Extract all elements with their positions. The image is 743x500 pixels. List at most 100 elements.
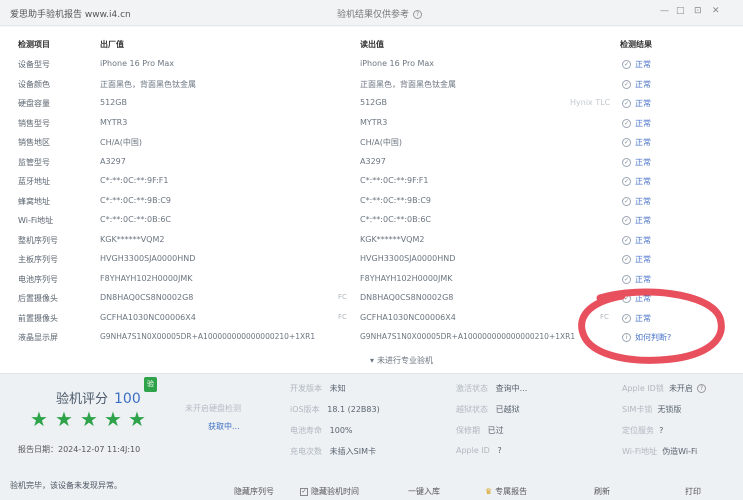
help-icon[interactable]: ? [696, 384, 706, 393]
row-read-value: iPhone 16 Pro Max [360, 59, 435, 68]
hide-sn-checkbox[interactable]: 隐藏序列号 [234, 486, 274, 497]
vip-report-button[interactable]: ♛ 专属报告 [485, 486, 527, 497]
disk-check-status: 未开启硬盘检测 [185, 404, 241, 413]
info-apple-id-lock: Apple ID锁 未开启? [622, 383, 706, 394]
hide-sn-label[interactable]: 隐藏序列号 [234, 487, 274, 496]
star-icon: ★ [30, 407, 48, 431]
check-icon: ✓ [622, 274, 631, 284]
row-read-value: G9NHA7S1N0X00005DR+A100000000000000210+1… [360, 332, 576, 341]
row-factory-value: G9NHA7S1N0X00005DR+A100000000000000210+1… [100, 332, 316, 341]
info-location: 定位服务 ? [622, 425, 663, 436]
warning-icon: ▾ [370, 356, 375, 365]
row-label: 蜂窝地址 [18, 196, 50, 206]
pin-button[interactable]: □ [676, 6, 685, 16]
refresh-button[interactable]: 刷新 [594, 486, 610, 497]
table-row: 蓝牙地址 C*:**:0C:**:9F:F1 C*:**:0C:**:9F:F1… [0, 171, 743, 191]
info-value: 100% [329, 426, 353, 435]
header-item: 检测项目 [18, 40, 50, 49]
info-key: 定位服务 [622, 426, 654, 435]
table-row: 销售地区 CH/A(中国) CH/A(中国) ✓ 正常 [0, 132, 743, 152]
info-key: 充电次数 [290, 447, 322, 456]
help-icon[interactable]: ? [413, 10, 423, 19]
info-value: 未插入SIM卡 [329, 447, 376, 456]
minimize-button[interactable]: — [660, 6, 669, 16]
info-key: 激活状态 [456, 384, 488, 393]
row-result-text: 正常 [635, 196, 651, 206]
app-title: 爱思助手验机报告 www.i4.cn [10, 10, 131, 20]
row-label: 电池序列号 [18, 274, 58, 284]
info-sim: 充电次数 未插入SIM卡 [290, 446, 376, 457]
score-badge: 验 [144, 377, 157, 392]
report-title: 验机结果仅供参考? [337, 7, 423, 20]
check-icon: ✓ [622, 60, 631, 69]
check-icon: ✓ [622, 79, 631, 89]
table-row: 销售型号 MYTR3 MYTR3 ✓ 正常 [0, 113, 743, 133]
vip-report-label[interactable]: 专属报告 [495, 487, 527, 496]
row-read-value: HVGH3300SJA0000HND [360, 254, 456, 263]
row-factory-value: 512GB [100, 98, 127, 107]
print-button[interactable]: 打印 [685, 486, 701, 497]
restore-button[interactable]: ⊡ [694, 6, 702, 16]
row-label: 液晶显示屏 [18, 333, 58, 342]
check-icon: ✓ [622, 255, 631, 264]
row-result-text: 正常 [635, 157, 651, 167]
info-key: 电池寿命 [290, 426, 322, 435]
info-dev-version: 开发版本 未知 [290, 383, 346, 394]
row-read-value: A3297 [360, 156, 386, 166]
info-key: 开发版本 [290, 384, 322, 393]
row-result-text: 正常 [635, 216, 651, 225]
row-factory-value: F8YHAYH102H0000JMK [100, 273, 193, 283]
row-result: ✓ 正常 [622, 137, 651, 148]
row-factory-value: DN8HAQ0CS8N0002G8 [100, 293, 194, 302]
info-warranty: 保修期 已过 [456, 425, 504, 436]
row-result: ✓ 正常 [622, 196, 651, 207]
info-wifi: Wi-Fi地址 伪造Wi-Fi [622, 446, 697, 457]
info-apple-id: Apple ID ? [456, 446, 502, 455]
row-result-text: 正常 [635, 118, 651, 128]
check-icon: ✓ [622, 157, 631, 167]
row-label: 硬盘容量 [18, 99, 50, 108]
row-result-text: 正常 [635, 274, 651, 284]
row-result: ✓ 正常 [622, 215, 651, 226]
pro-check-link[interactable]: ▾ 未进行专业验机 [370, 355, 433, 366]
row-read-value: 正面黑色，背面黑色钛金属 [360, 79, 456, 89]
star-icon: ★ [104, 407, 122, 431]
row-result-text: 正常 [635, 79, 651, 89]
info-activation: 激活状态 查询中... [456, 383, 527, 394]
table-row: 电池序列号 F8YHAYH102H0000JMK F8YHAYH102H0000… [0, 269, 743, 289]
row-label: 前置摄像头 [18, 313, 58, 323]
camera-icon: FC [338, 293, 347, 301]
hide-check-time-checkbox[interactable]: ✓ 隐藏验机时间 [300, 486, 359, 497]
info-key: Apple ID锁 [622, 384, 664, 393]
row-factory-value: GCFHA1030NC00006X4 [100, 312, 196, 322]
row-result-text: 正常 [635, 177, 651, 186]
close-button[interactable]: ✕ [712, 6, 720, 16]
row-factory-value: C*:**:0C:**:9F:F1 [100, 176, 169, 185]
row-result: ✓ 正常 [622, 176, 651, 187]
red-circle-annotation [578, 288, 725, 364]
hide-check-time-label[interactable]: 隐藏验机时间 [311, 487, 359, 496]
star-icon: ★ [55, 407, 73, 431]
row-label: 主板序列号 [18, 255, 58, 264]
row-factory-value: HVGH3300SJA0000HND [100, 254, 196, 263]
row-read-value: F8YHAYH102H0000JMK [360, 273, 453, 283]
info-key: 保修期 [456, 426, 480, 435]
one-click-button[interactable]: 一键入库 [408, 486, 440, 497]
row-factory-value: C*:**:0C:**:9B:C9 [100, 195, 171, 205]
row-read-value: MYTR3 [360, 117, 388, 127]
check-icon: ✓ [622, 177, 631, 186]
row-label: 整机序列号 [18, 235, 58, 245]
row-result: ✓ 正常 [622, 274, 651, 285]
row-label: 设备型号 [18, 60, 50, 69]
checkbox-checked-icon[interactable]: ✓ [300, 487, 308, 496]
check-icon: ✓ [622, 138, 631, 147]
row-factory-value: A3297 [100, 156, 126, 166]
info-key: SIM卡锁 [622, 405, 653, 414]
row-result-text: 正常 [635, 99, 651, 108]
check-icon: ✓ [622, 99, 631, 108]
info-value: ? [497, 446, 502, 455]
report-title-text: 验机结果仅供参考 [337, 10, 410, 20]
row-result: ✓ 正常 [622, 118, 651, 129]
pro-check-text[interactable]: 未进行专业验机 [377, 356, 433, 365]
info-value: 18.1 (22B83) [327, 405, 380, 414]
